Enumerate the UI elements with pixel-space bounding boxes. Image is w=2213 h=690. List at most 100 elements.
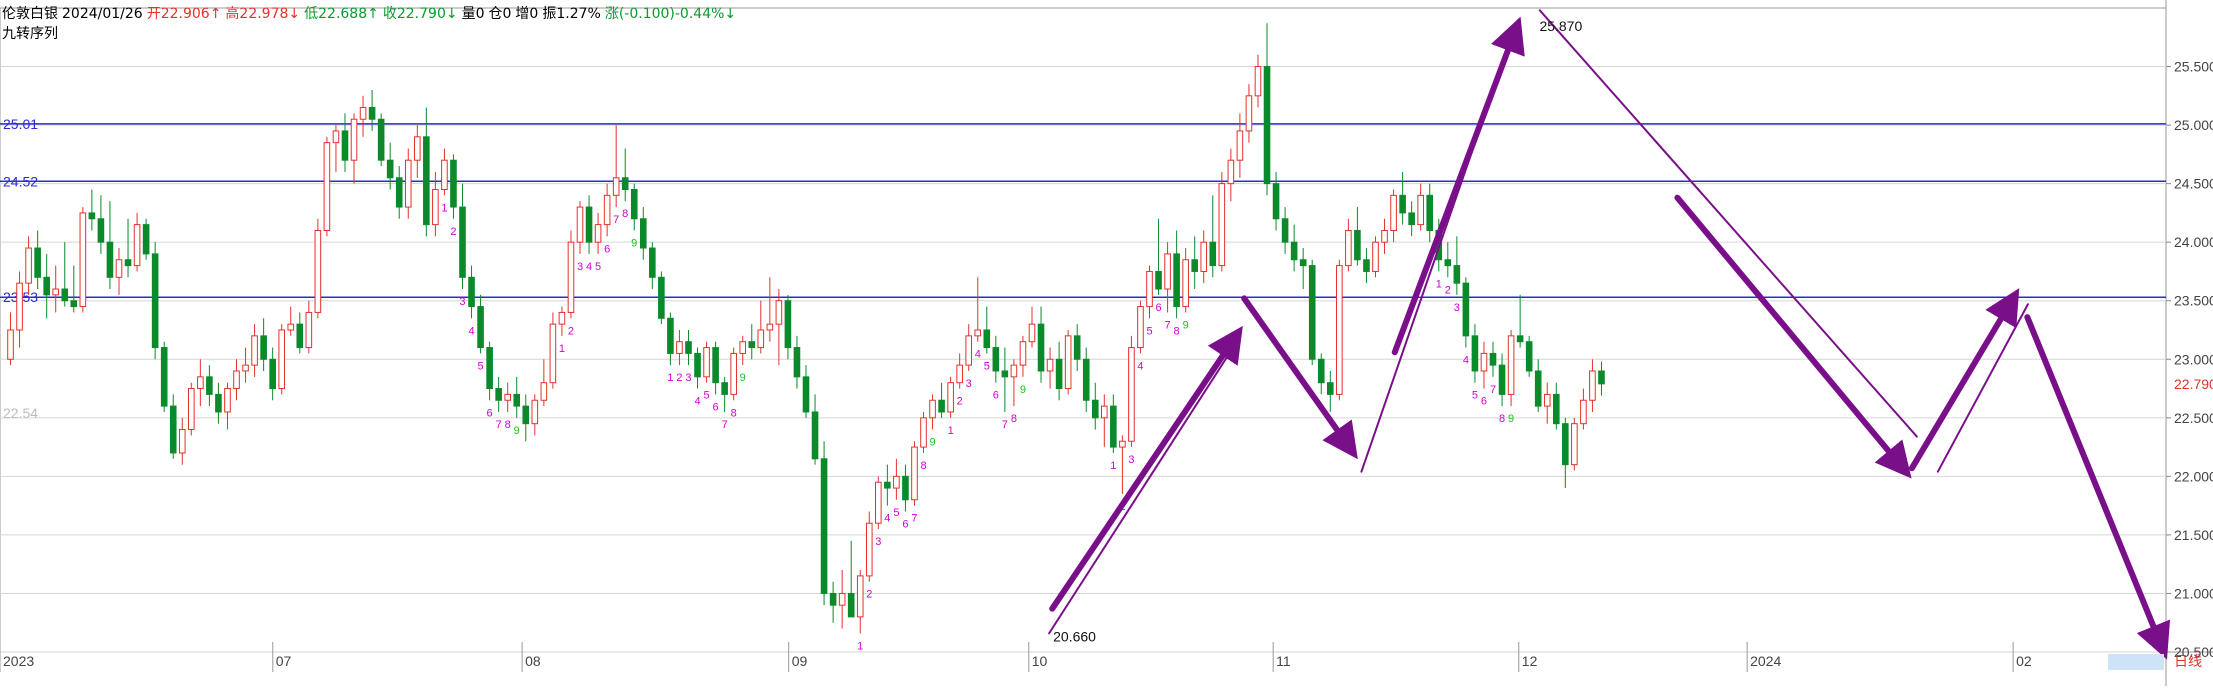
candle-body xyxy=(757,329,765,349)
td-sequence-number: 2 xyxy=(568,325,574,337)
td-sequence-number: 1 xyxy=(559,343,565,355)
y-tick-label: 25.500 xyxy=(2174,59,2213,75)
td-sequence-number: 4 xyxy=(975,349,981,361)
td-sequence-number: 6 xyxy=(487,407,493,419)
candle-body xyxy=(504,393,511,401)
td-sequence-number: 9 xyxy=(1183,319,1189,331)
candle-body xyxy=(766,323,774,331)
candle-body xyxy=(558,311,566,325)
candle-body xyxy=(1598,370,1605,385)
candle-body xyxy=(1010,364,1018,378)
candle xyxy=(1218,171,1226,272)
candle-body xyxy=(7,329,14,360)
candle-body xyxy=(1146,270,1153,308)
td-sequence-number: 4 xyxy=(694,396,700,408)
y-tick-label: 21.500 xyxy=(2174,527,2213,543)
td-sequence-number: 3 xyxy=(966,378,972,390)
price-change: 涨(-0.100)-0.44%↓ xyxy=(604,6,737,22)
y-tick-label: 22.000 xyxy=(2174,468,2213,484)
candle-body xyxy=(721,382,728,395)
candle-body xyxy=(1543,393,1551,407)
candle-body xyxy=(1281,218,1289,243)
candle-body xyxy=(1363,259,1370,272)
candle-body xyxy=(1453,265,1461,284)
timeline-scrollbar xyxy=(2108,654,2164,670)
candle xyxy=(567,230,575,319)
candle-body xyxy=(1091,399,1099,419)
candle-body xyxy=(965,335,973,366)
candle-body xyxy=(296,323,304,349)
candle-body xyxy=(1580,399,1587,425)
candle-body xyxy=(1128,347,1135,442)
y-tick-label: 25.000 xyxy=(2174,117,2213,133)
candle-body xyxy=(287,323,295,331)
td-sequence-number: 6 xyxy=(902,518,908,530)
candle-body xyxy=(820,458,828,594)
period-tab[interactable]: 日线 xyxy=(2108,654,2202,670)
td-sequence-number: 7 xyxy=(1490,384,1496,396)
candle xyxy=(1525,335,1533,377)
candle-body xyxy=(1471,335,1479,372)
candle-body xyxy=(16,282,23,331)
candle-body xyxy=(1110,405,1117,448)
candle-body xyxy=(576,206,584,243)
td-sequence-number: 9 xyxy=(1508,413,1514,425)
candle-body xyxy=(1101,405,1108,419)
candle-body xyxy=(25,247,32,284)
candle-body xyxy=(1507,335,1515,395)
candle-body xyxy=(124,259,132,267)
td-sequence-number: 3 xyxy=(685,372,691,384)
x-tick-label: 12 xyxy=(1522,653,1538,669)
candle-body xyxy=(712,347,719,384)
candle-body xyxy=(1290,241,1298,261)
candle-body xyxy=(1245,95,1253,132)
candle-body xyxy=(260,335,267,360)
td-sequence-number: 5 xyxy=(1472,390,1478,402)
td-sequence-number: 2 xyxy=(957,396,963,408)
candle-body xyxy=(215,393,222,413)
candle xyxy=(1372,236,1379,278)
candle-body xyxy=(838,592,846,606)
candle-body xyxy=(341,130,349,161)
candle-body xyxy=(278,329,286,390)
candle-body xyxy=(784,300,792,349)
candle xyxy=(151,242,159,360)
candle-body xyxy=(450,159,457,208)
candle-body xyxy=(188,388,195,431)
candle-body xyxy=(477,306,484,349)
candle-body xyxy=(639,218,647,249)
candle-body xyxy=(1037,323,1045,372)
candle xyxy=(730,347,737,401)
candle-body xyxy=(1525,341,1533,372)
candle-body xyxy=(43,276,50,296)
y-tick-label: 22.500 xyxy=(2174,410,2213,426)
candle-body xyxy=(1498,364,1506,395)
candle-body xyxy=(829,592,837,606)
candle-body xyxy=(34,247,41,278)
candle-body xyxy=(1308,265,1316,360)
td-sequence-number: 2 xyxy=(866,589,872,601)
candle-body xyxy=(459,206,466,278)
td-sequence-number: 3 xyxy=(875,536,881,548)
candle xyxy=(1308,259,1316,366)
candle-body xyxy=(983,329,991,349)
candle-body xyxy=(893,475,900,489)
candle xyxy=(911,441,918,506)
chart-canvas[interactable]: 20.50021.00021.50022.00022.50023.00023.5… xyxy=(0,0,2213,686)
td-sequence-number: 5 xyxy=(704,390,710,402)
candle-body xyxy=(142,224,150,255)
candle-body xyxy=(1182,259,1189,308)
candle-body xyxy=(495,388,502,401)
candlestick-chart[interactable]: 20.500 21.000 21.500 22.000 22.500 23.000 23.5… xyxy=(0,0,2213,686)
td-sequence-number: 1 xyxy=(1436,278,1442,290)
amplitude: 振1.27% xyxy=(542,6,601,22)
candle-body xyxy=(884,481,891,489)
candle-body xyxy=(649,247,656,278)
td-sequence-number: 3 xyxy=(1128,454,1134,466)
open-interest: 仓0 xyxy=(488,6,512,22)
candle-body xyxy=(1272,183,1280,220)
td-sequence-number: 8 xyxy=(622,208,628,220)
candle xyxy=(1507,330,1515,407)
candle-body xyxy=(377,118,385,161)
candle-body xyxy=(1390,194,1397,231)
